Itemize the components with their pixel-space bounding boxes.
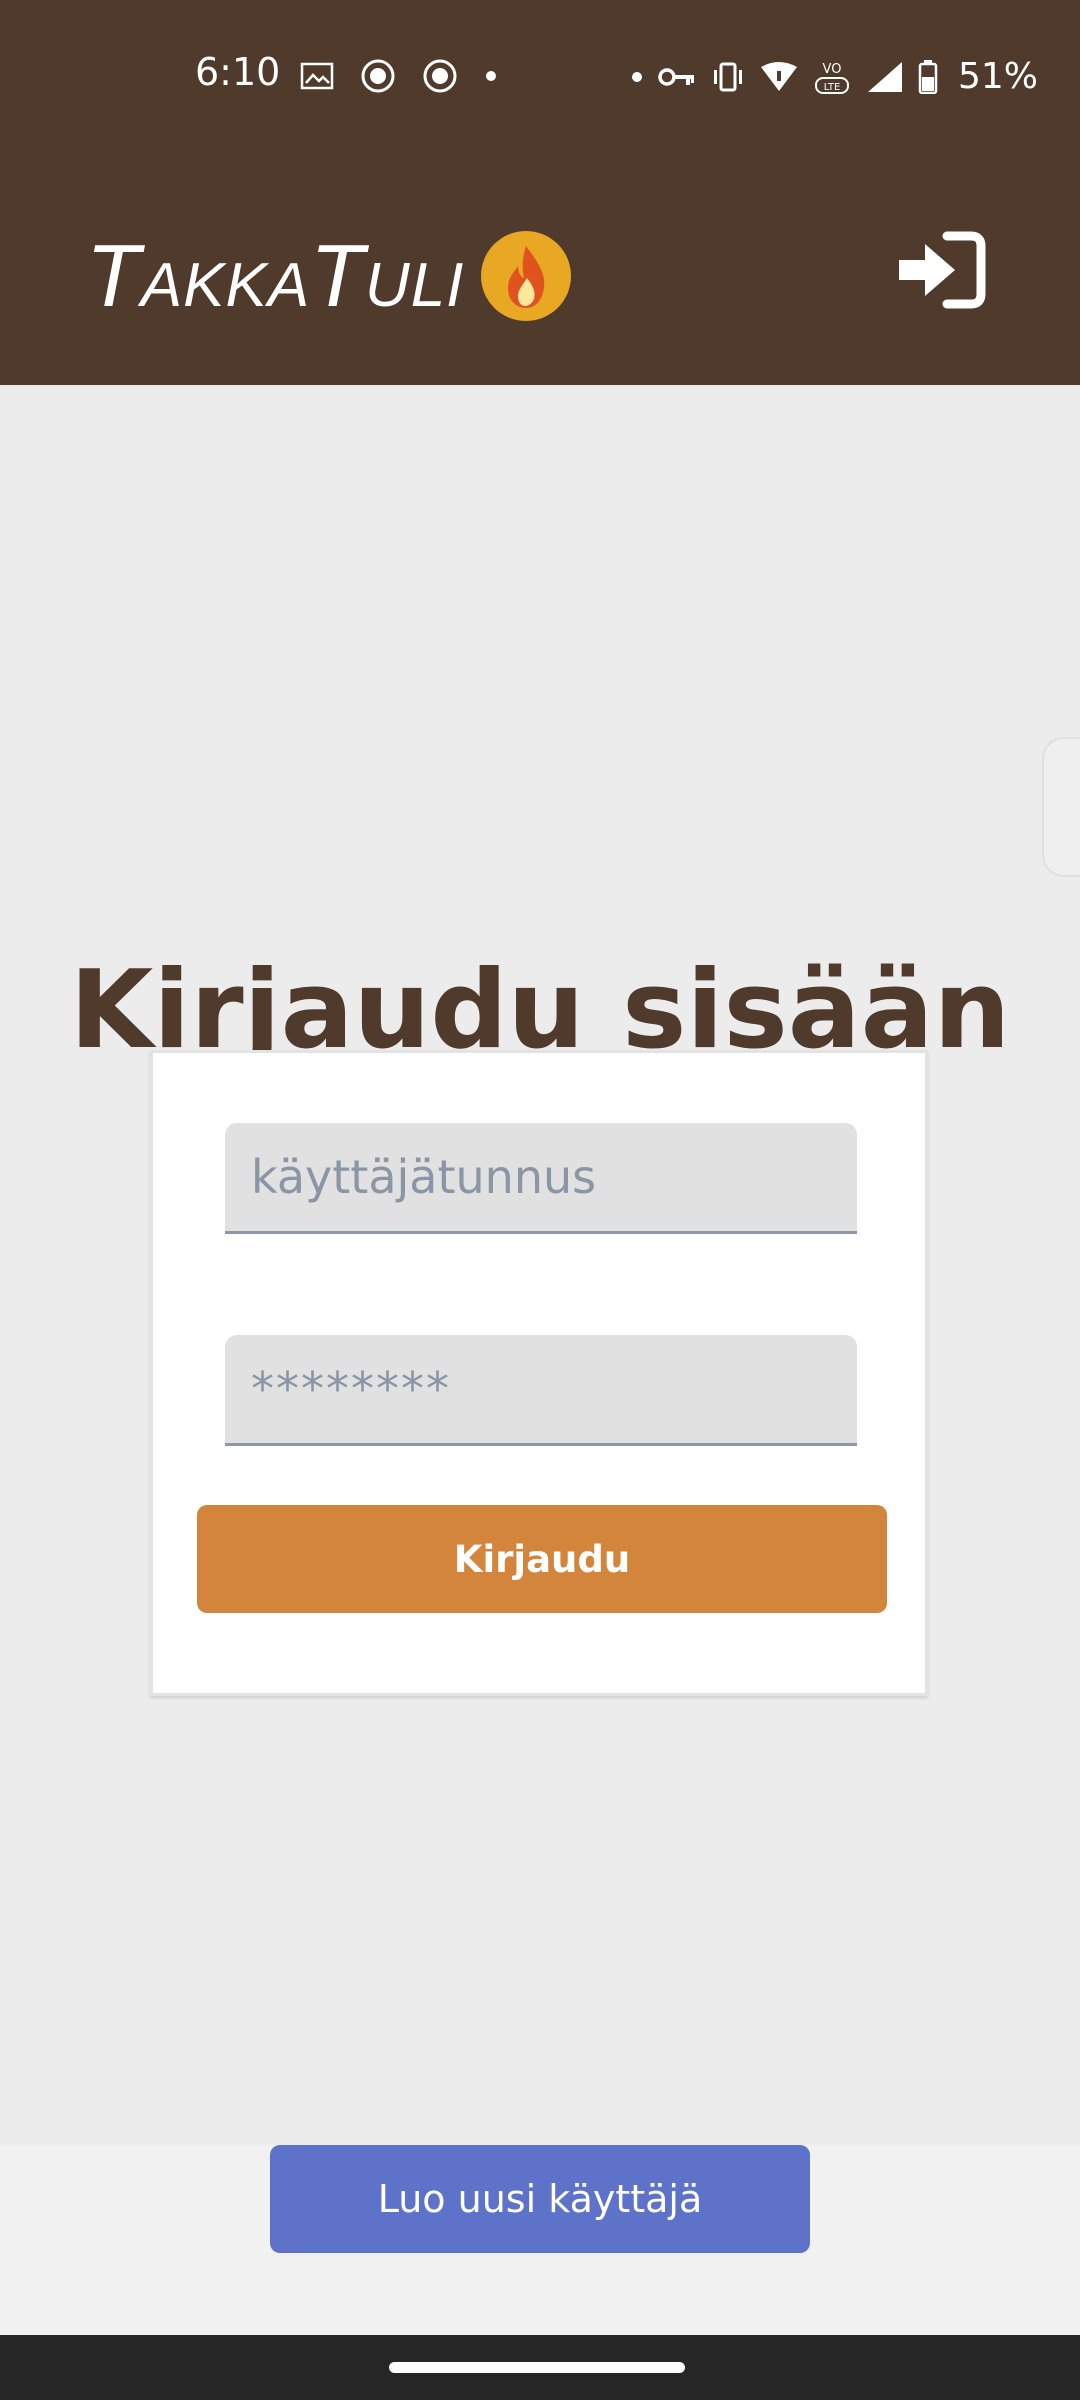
main-content: Kirjaudu sisään Kirjaudu — [0, 385, 1080, 2145]
battery-percent: 51% — [958, 56, 1039, 97]
svg-text:LTE: LTE — [824, 82, 841, 93]
sign-in-button[interactable] — [895, 230, 987, 310]
password-input[interactable] — [225, 1335, 857, 1446]
vibrate-icon — [714, 62, 742, 91]
app-header: TakkaTuli — [0, 150, 1080, 385]
bottom-bar: Luo uusi käyttäjä — [0, 2145, 1080, 2335]
wifi-icon — [761, 61, 797, 91]
volte-icon: VO LTE — [815, 62, 849, 94]
takkatuli-logo: TakkaTuli — [86, 230, 572, 322]
signal-icon — [868, 61, 902, 92]
logo-text: TakkaTuli — [86, 226, 465, 325]
status-bar: 6:10 VO LTE 51% — [0, 0, 1080, 150]
status-system-icons: VO LTE 51% — [630, 56, 1038, 97]
svg-text:VO: VO — [823, 62, 842, 77]
battery-icon — [918, 59, 938, 94]
username-input[interactable] — [225, 1123, 857, 1234]
edge-panel-handle[interactable] — [1042, 737, 1080, 877]
duckduckgo-icon — [361, 59, 395, 93]
login-card: Kirjaudu — [150, 1050, 928, 1696]
flame-icon — [481, 231, 572, 321]
login-button[interactable]: Kirjaudu — [197, 1505, 887, 1613]
system-navigation-bar — [0, 2335, 1080, 2400]
duckduckgo-icon — [423, 59, 457, 93]
dot-icon — [632, 71, 642, 82]
status-time: 6:10 — [195, 50, 281, 94]
vpn-key-icon — [658, 67, 694, 86]
sign-in-icon — [899, 231, 986, 309]
status-notification-icons — [300, 58, 498, 94]
create-user-button[interactable]: Luo uusi käyttäjä — [270, 2145, 810, 2253]
home-gesture-handle[interactable] — [389, 2362, 685, 2373]
notification-dot-icon — [486, 71, 496, 81]
image-icon — [300, 62, 334, 90]
